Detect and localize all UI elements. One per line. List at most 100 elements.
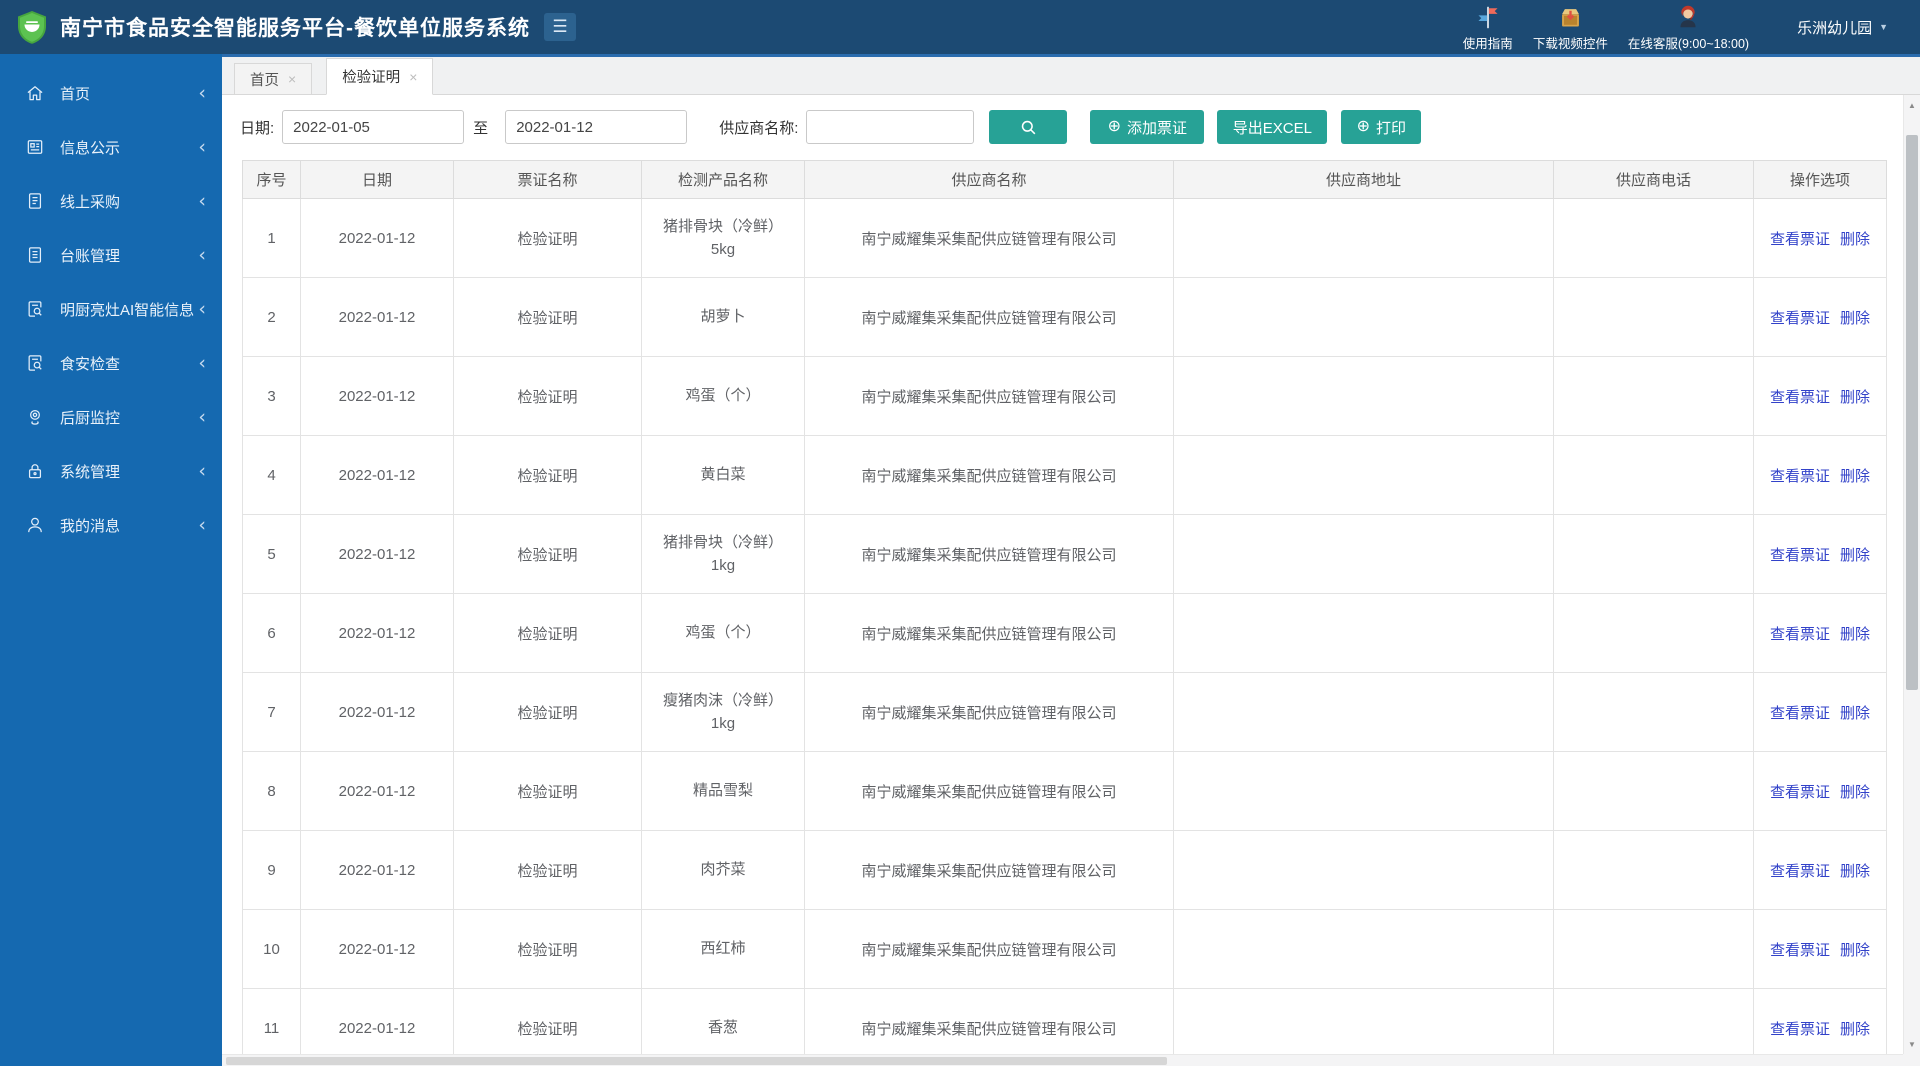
sidebar-item-info-publicity[interactable]: 信息公示 ‹ (0, 120, 222, 174)
delete-link[interactable]: 删除 (1840, 705, 1870, 722)
sidebar-item-label: 系统管理 (60, 463, 121, 481)
cell-address (1173, 514, 1554, 594)
tab-inspection-certificate[interactable]: 检验证明 × (326, 58, 434, 95)
view-ticket-link[interactable]: 查看票证 (1770, 547, 1830, 564)
delete-link[interactable]: 删除 (1840, 389, 1870, 406)
view-ticket-link[interactable]: 查看票证 (1770, 468, 1830, 485)
delete-link[interactable]: 删除 (1840, 231, 1870, 248)
vertical-scrollbar[interactable]: ▲ ▼ (1903, 95, 1920, 1054)
sidebar-item-ledger[interactable]: 台账管理 ‹ (0, 228, 222, 282)
delete-link[interactable]: 删除 (1840, 468, 1870, 485)
sidebar-item-kitchen-monitor[interactable]: 后厨监控 ‹ (0, 390, 222, 444)
view-ticket-link[interactable]: 查看票证 (1770, 942, 1830, 959)
cell-no: 3 (242, 356, 301, 436)
cell-no: 8 (242, 751, 301, 831)
col-header-address: 供应商地址 (1173, 160, 1554, 199)
ledger-doc-icon (24, 244, 46, 266)
view-ticket-link[interactable]: 查看票证 (1770, 310, 1830, 327)
sidebar-item-ai-kitchen[interactable]: 明厨亮灶AI智能信息 ‹ (0, 282, 222, 336)
scroll-up-icon[interactable]: ▲ (1904, 97, 1920, 113)
cell-supplier: 南宁威耀集采集配供应链管理有限公司 (804, 830, 1174, 910)
cell-no: 6 (242, 593, 301, 673)
date-to-input[interactable] (505, 110, 688, 144)
horizontal-scrollbar[interactable] (222, 1054, 1903, 1066)
export-excel-button[interactable]: 导出EXCEL (1217, 110, 1328, 144)
delete-link[interactable]: 删除 (1840, 547, 1870, 564)
cell-phone (1553, 435, 1754, 515)
search-button[interactable] (989, 110, 1068, 144)
close-icon[interactable]: × (409, 70, 417, 84)
print-button[interactable]: ⊕ 打印 (1341, 110, 1422, 144)
sidebar-item-home[interactable]: 首页 ‹ (0, 66, 222, 120)
delete-link[interactable]: 删除 (1840, 942, 1870, 959)
delete-link[interactable]: 删除 (1840, 784, 1870, 801)
cell-date: 2022-01-12 (300, 277, 454, 357)
view-ticket-link[interactable]: 查看票证 (1770, 626, 1830, 643)
delete-link[interactable]: 删除 (1840, 310, 1870, 327)
top-link-guide[interactable]: 使用指南 (1463, 3, 1513, 52)
doc-search-icon (24, 352, 46, 374)
guide-signpost-icon (1475, 3, 1501, 31)
table-header-row: 序号 日期 票证名称 检测产品名称 供应商名称 供应商地址 供应商电话 操作选项 (242, 160, 1887, 199)
delete-link[interactable]: 删除 (1840, 1021, 1870, 1038)
sidebar-item-my-messages[interactable]: 我的消息 ‹ (0, 498, 222, 552)
cell-phone (1553, 356, 1754, 436)
col-header-actions: 操作选项 (1753, 160, 1887, 199)
app-title: 南宁市食品安全智能服务平台-餐饮单位服务系统 (60, 17, 530, 40)
horizontal-scrollbar-thumb[interactable] (226, 1057, 1168, 1065)
view-ticket-link[interactable]: 查看票证 (1770, 389, 1830, 406)
cell-cert: 检验证明 (453, 593, 642, 673)
view-ticket-link[interactable]: 查看票证 (1770, 1021, 1830, 1038)
app-window: 南宁市食品安全智能服务平台-餐饮单位服务系统 ☰ 使用指南 下载视频控件 在线客… (0, 0, 1920, 1066)
cell-product: 猪排骨块（冷鲜） 1kg (641, 514, 805, 594)
cell-no: 7 (242, 672, 301, 752)
chevron-left-icon: ‹ (198, 459, 206, 482)
cell-supplier: 南宁威耀集采集配供应链管理有限公司 (804, 277, 1174, 357)
col-header-product: 检测产品名称 (641, 160, 805, 199)
add-ticket-button[interactable]: ⊕ 添加票证 (1090, 110, 1205, 144)
cell-no: 9 (242, 830, 301, 910)
top-link-label: 在线客服(9:00~18:00) (1627, 36, 1750, 51)
person-icon (24, 514, 46, 536)
user-menu[interactable]: 乐洲幼儿园 ▼ (1797, 17, 1888, 38)
view-ticket-link[interactable]: 查看票证 (1770, 784, 1830, 801)
cell-date: 2022-01-12 (300, 198, 454, 278)
top-link-service[interactable]: 在线客服(9:00~18:00) (1628, 3, 1749, 52)
tab-home[interactable]: 首页 × (234, 63, 313, 94)
cell-date: 2022-01-12 (300, 909, 454, 989)
view-ticket-link[interactable]: 查看票证 (1770, 705, 1830, 722)
cell-date: 2022-01-12 (300, 593, 454, 673)
table-row: 3 2022-01-12 检验证明 鸡蛋（个） 南宁威耀集采集配供应链管理有限公… (242, 356, 1887, 436)
delete-link[interactable]: 删除 (1840, 863, 1870, 880)
sidebar-item-online-purchase[interactable]: 线上采购 ‹ (0, 174, 222, 228)
cell-supplier: 南宁威耀集采集配供应链管理有限公司 (804, 672, 1174, 752)
cell-address (1173, 672, 1554, 752)
download-box-icon (1557, 3, 1584, 31)
cell-phone (1553, 751, 1754, 831)
sidebar-item-food-inspection[interactable]: 食安检查 ‹ (0, 336, 222, 390)
scroll-down-icon[interactable]: ▼ (1904, 1036, 1920, 1052)
close-icon[interactable]: × (288, 72, 296, 86)
print-label: 打印 (1376, 119, 1407, 137)
chevron-left-icon: ‹ (198, 513, 206, 536)
cell-phone (1553, 593, 1754, 673)
hamburger-menu-icon[interactable]: ☰ (544, 13, 576, 41)
purchase-doc-icon (24, 190, 46, 212)
tab-content-pane: 日期: 至 供应商名称: ⊕ 添加票证 导出EXCEL ⊕ 打印 (222, 95, 1903, 1054)
cell-date: 2022-01-12 (300, 751, 454, 831)
cell-product: 胡萝卜 (641, 277, 805, 357)
customer-service-icon (1675, 3, 1701, 31)
supplier-name-input[interactable] (806, 110, 975, 144)
doc-search-icon (24, 298, 46, 320)
delete-link[interactable]: 删除 (1840, 626, 1870, 643)
cell-date: 2022-01-12 (300, 356, 454, 436)
table-row: 1 2022-01-12 检验证明 猪排骨块（冷鲜） 5kg 南宁威耀集采集配供… (242, 198, 1887, 278)
sidebar-item-system-settings[interactable]: 系统管理 ‹ (0, 444, 222, 498)
cell-cert: 检验证明 (453, 830, 642, 910)
vertical-scrollbar-thumb[interactable] (1906, 135, 1918, 690)
view-ticket-link[interactable]: 查看票证 (1770, 863, 1830, 880)
tab-label: 首页 (250, 72, 279, 89)
top-link-download[interactable]: 下载视频控件 (1533, 3, 1608, 52)
view-ticket-link[interactable]: 查看票证 (1770, 231, 1830, 248)
date-from-input[interactable] (282, 110, 465, 144)
